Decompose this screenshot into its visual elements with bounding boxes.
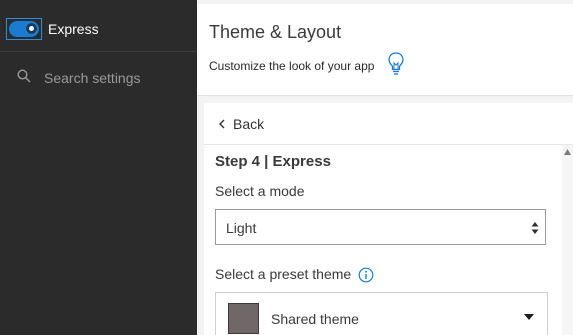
- caret-down-icon: [524, 314, 534, 320]
- settings-panel: Back Step 4 | Express Select a mode Ligh…: [204, 103, 573, 335]
- main-area: Theme & Layout Customize the look of you…: [197, 0, 573, 335]
- chevron-left-icon: [219, 119, 225, 129]
- toggle-track: [9, 21, 39, 37]
- lightbulb-icon[interactable]: [387, 51, 405, 77]
- step-title: Step 4 | Express: [215, 153, 331, 170]
- preset-theme-select[interactable]: Shared theme: [215, 292, 548, 335]
- sidebar: Express: [0, 0, 197, 335]
- theme-color-swatch: [228, 303, 259, 334]
- mode-select-value: Light: [226, 220, 257, 236]
- panel-scrollbar[interactable]: [562, 145, 573, 335]
- page-header: Theme & Layout Customize the look of you…: [197, 4, 573, 96]
- express-toggle-row[interactable]: Express: [0, 0, 197, 52]
- preset-theme-label: Select a preset theme: [215, 266, 352, 282]
- express-toggle[interactable]: [6, 18, 42, 40]
- preset-theme-value: Shared theme: [271, 311, 359, 327]
- search-row: [0, 53, 197, 101]
- select-arrows-icon: [531, 222, 539, 234]
- search-icon: [17, 69, 31, 83]
- mode-select[interactable]: Light: [215, 209, 546, 245]
- back-button[interactable]: Back: [204, 103, 573, 145]
- search-settings-input[interactable]: [44, 68, 189, 88]
- toggle-knob: [26, 23, 37, 34]
- back-label: Back: [233, 116, 265, 132]
- scroll-up-arrow-icon[interactable]: [564, 149, 571, 155]
- express-label: Express: [48, 21, 99, 37]
- info-icon[interactable]: [358, 267, 374, 283]
- page-subtitle: Customize the look of your app: [209, 59, 375, 73]
- page-title: Theme & Layout: [209, 22, 342, 42]
- mode-label: Select a mode: [215, 183, 305, 199]
